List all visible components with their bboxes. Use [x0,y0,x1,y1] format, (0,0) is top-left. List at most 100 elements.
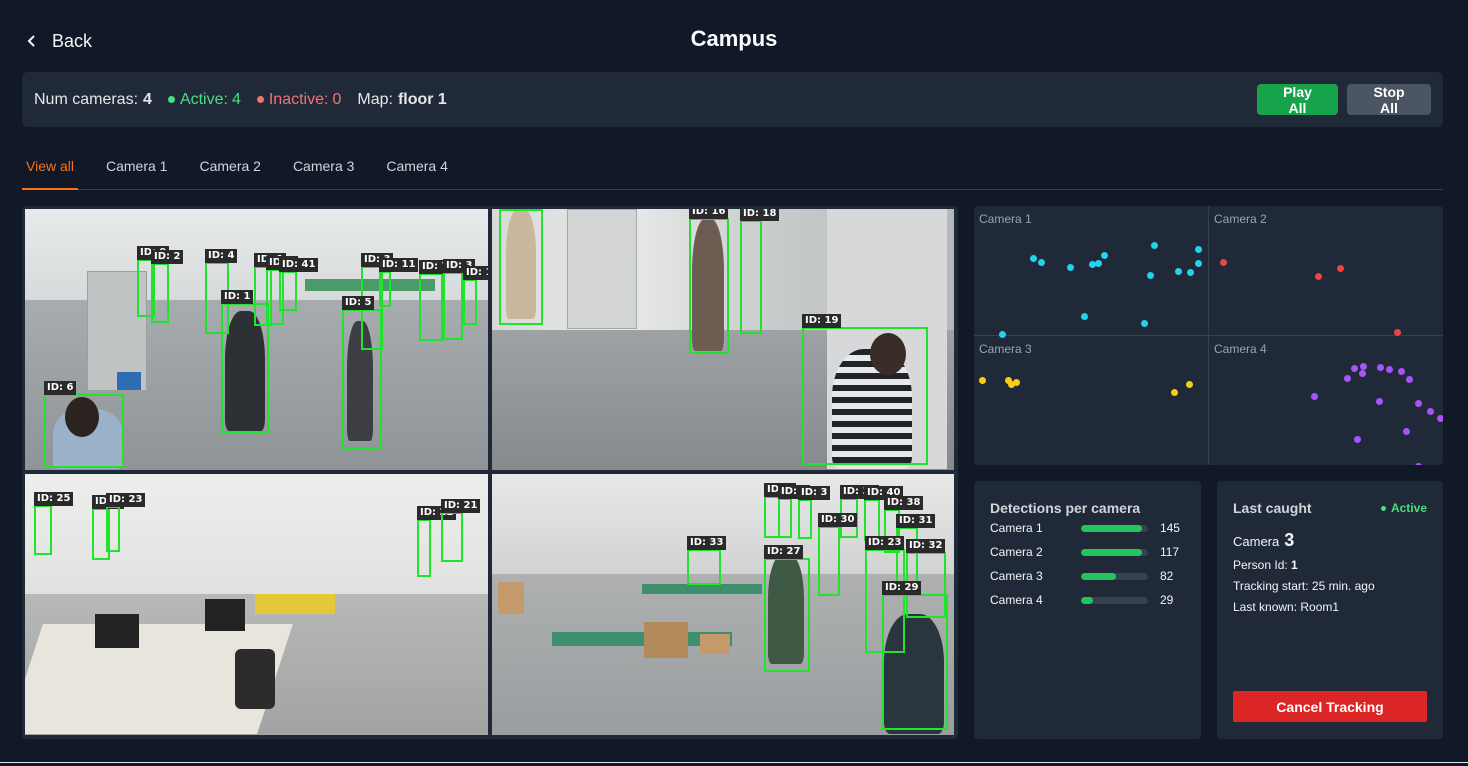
detection-box: ID: 7 [419,260,452,341]
monitor [95,614,139,648]
tab-camera-3[interactable]: Camera 3 [277,146,370,189]
map-person-dot [1311,393,1318,400]
map-stat: Map: floor 1 [357,91,446,109]
inactive-value: 0 [332,90,342,108]
tracking-status-badge: Active [1380,501,1427,515]
detection-label: ID: 33 [687,536,727,550]
map-divider [974,335,1443,336]
map-quadrant-label: Camera 2 [1214,212,1267,226]
detection-box: ID: 41 [279,258,319,311]
num-cameras-label: Num cameras: [34,90,139,108]
inactive-label: Inactive: [268,90,329,108]
map-person-dot [1360,363,1367,370]
detection-camera-name: Camera 1 [990,521,1043,535]
video-grid: ID: 9 ID: 2 ID: 4 ID: 1 ID: 1 ID: 41 ID:… [22,206,958,739]
detection-label: ID: 1 [463,266,488,280]
detection-label: ID: 27 [764,545,804,559]
last-caught-header: Last caught Active [1233,500,1427,516]
detection-box: ID: 11 [379,258,419,307]
detection-label: ID: 2 [151,250,184,264]
detection-box: ID: 27 [764,545,810,672]
map-person-dot [1406,376,1413,383]
map-person-dot [1186,381,1193,388]
camera-4-feed[interactable]: ID: 3 ID: 3 ID: 3 ID: 39 ID: 40 ID: 38 I… [492,474,954,735]
status-dot-icon [1380,505,1386,511]
map-person-dot [1377,364,1384,371]
map-person-dot [1351,365,1358,372]
detection-label: ID: 32 [906,539,946,553]
map-quadrant-camera-4: Camera 4 [1209,336,1443,465]
detection-box: ID: 21 [441,499,481,562]
map-person-dot [1344,375,1351,382]
map-quadrant-label: Camera 1 [979,212,1032,226]
detection-bar [1080,596,1148,604]
detection-box [499,209,543,325]
map-value: floor 1 [397,90,447,108]
map-person-dot [1095,260,1102,267]
active-stat: Active: 4 [167,90,241,109]
tab-camera-2[interactable]: Camera 2 [183,146,276,189]
detection-bar-fill [1080,596,1094,604]
detections-title: Detections per camera [990,500,1141,516]
map-person-dot [1151,242,1158,249]
detection-bar [1080,572,1148,580]
detection-label: ID: 1 [221,290,254,304]
status-bar: Num cameras: 4 Active: 4 Inactive: 0 Map… [22,72,1443,127]
num-cameras-value: 4 [143,90,152,108]
map-person-dot [999,331,1006,338]
detection-label: ID: 16 [689,209,729,219]
camera-2-feed[interactable]: ID: 16 ID: 18 ID: 19 [492,209,954,470]
detection-row: Camera 2 117 [990,540,1185,564]
detection-label: ID: 11 [379,258,419,272]
detection-bar-fill [1080,572,1116,580]
map-person-dot [1195,246,1202,253]
stop-all-button[interactable]: Stop All [1347,84,1431,116]
detection-row: Camera 4 29 [990,588,1185,612]
detection-count: 145 [1159,521,1180,535]
detection-camera-name: Camera 4 [990,593,1043,607]
map-person-dot [1013,379,1020,386]
map-person-dot [1337,265,1344,272]
play-all-button[interactable]: Play All [1257,84,1338,116]
active-value: 4 [231,90,241,108]
map-person-dot [1386,366,1393,373]
last-caught-panel: Last caught Active Camera 3 Person Id: 1… [1217,481,1443,739]
map-quadrant-label: Camera 4 [1214,342,1267,356]
tab-view-all[interactable]: View all [22,146,78,190]
inactive-dot-icon [256,96,264,103]
person-id-label: Person Id: [1233,558,1288,572]
active-label: Active: [179,90,228,108]
map-person-dot [1403,428,1410,435]
map-person-dot [979,377,986,384]
map-person-dot [1415,400,1422,407]
detection-label: ID: 6 [44,381,77,395]
detection-bar [1080,548,1148,556]
map-person-dot [1141,320,1148,327]
map-person-dot [1187,269,1194,276]
detections-panel: Detections per camera Camera 1 145 Camer… [974,481,1201,739]
last-known-location: Last known: Room1 [1233,600,1340,614]
camera-3-feed[interactable]: ID: 25 ID: 1 ID: 23 ID: 22 ID: 21 [25,474,488,735]
detection-box: ID: 1 [221,290,269,433]
detection-box: ID: 23 [106,493,146,552]
map-label: Map: [357,90,393,108]
detection-label: ID: 31 [896,514,936,528]
tab-camera-4[interactable]: Camera 4 [370,146,463,189]
camera-1-feed[interactable]: ID: 9 ID: 2 ID: 4 ID: 1 ID: 1 ID: 41 ID:… [25,209,488,470]
detection-box: ID: 18 [740,209,780,334]
cancel-tracking-button[interactable]: Cancel Tracking [1233,691,1427,722]
person-id: Person Id: 1 [1233,558,1427,572]
tab-camera-1[interactable]: Camera 1 [90,146,183,189]
map-person-dot [1376,398,1383,405]
camera-label: Camera [1233,534,1280,549]
map-person-dot [1220,259,1227,266]
crate [117,372,141,390]
detection-box: ID: 30 [818,513,858,596]
detection-count: 117 [1159,545,1180,559]
map-person-dot [1147,272,1154,279]
detection-label: ID: 25 [34,492,74,506]
map-quadrant-camera-3: Camera 3 [974,336,1208,465]
detection-row: Camera 3 82 [990,564,1185,588]
detection-label: ID: 38 [884,496,924,510]
detection-label: ID: 23 [865,536,905,550]
